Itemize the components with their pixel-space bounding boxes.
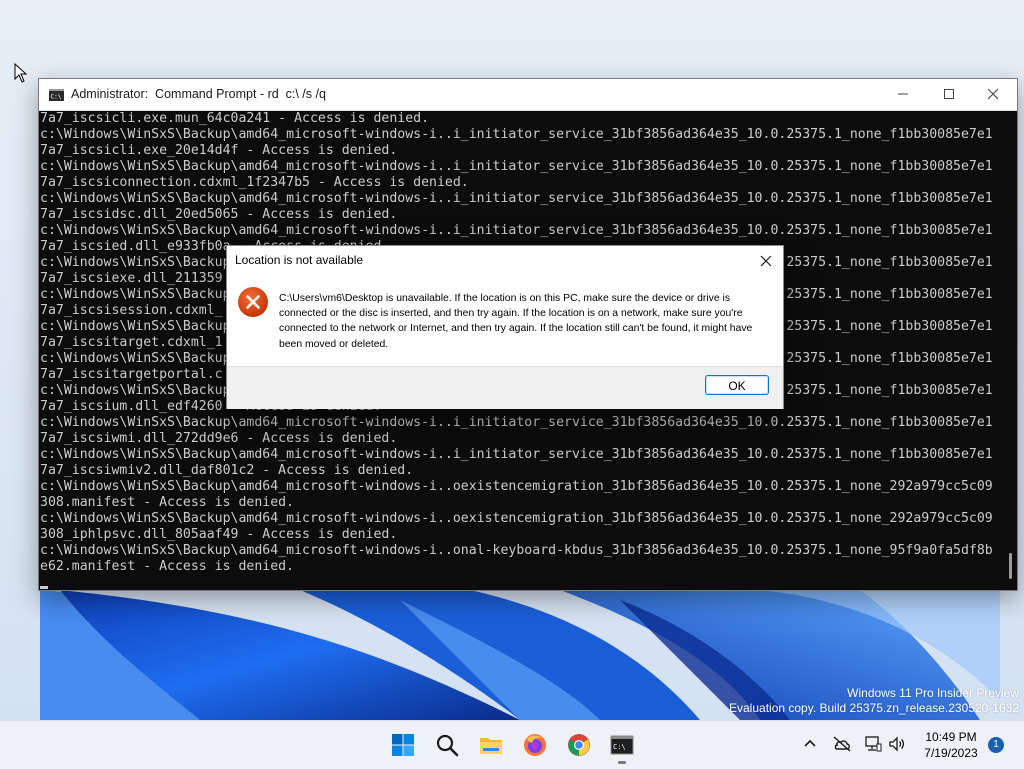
network-icon <box>865 736 882 752</box>
console-line: c:\Windows\WinSxS\Backup\amd64_microsoft… <box>40 159 993 174</box>
onedrive-button[interactable] <box>832 735 852 755</box>
watermark-line-2: Evaluation copy. Build 25375.zn_release.… <box>729 701 1019 715</box>
file-explorer-icon <box>480 738 502 754</box>
maximize-button[interactable] <box>927 79 973 110</box>
chrome-button[interactable] <box>564 730 594 760</box>
evaluation-watermark: Windows 11 Pro Insider Preview Evaluatio… <box>729 686 1019 716</box>
svg-text:C:\: C:\ <box>51 94 62 101</box>
chrome-icon <box>568 734 590 756</box>
network-button[interactable] <box>864 735 884 755</box>
console-line: c:\Windows\WinSxS\Backup\amd64_microsoft… <box>40 447 993 462</box>
dialog-message: C:\Users\vm6\Desktop is unavailable. If … <box>279 293 753 350</box>
windows-start-icon <box>392 734 414 756</box>
command-prompt-icon: C:\ <box>49 89 64 101</box>
text-cursor <box>40 586 48 589</box>
console-line: c:\Windows\WinSxS\Backup\amd64_microsoft… <box>40 127 993 142</box>
console-line: 308.manifest - Access is denied. <box>40 495 295 510</box>
taskbar: C:\ 10:49 PM 7/19/2023 1 <box>0 720 1024 769</box>
console-line: 7a7_iscsiwmi.dll_272dd9e6 - Access is de… <box>40 431 398 446</box>
command-prompt-taskbar-button[interactable]: C:\ <box>607 730 637 760</box>
ok-button[interactable]: OK <box>705 375 769 395</box>
firefox-button[interactable] <box>520 730 550 760</box>
search-button[interactable] <box>432 730 462 760</box>
firefox-icon <box>524 734 546 756</box>
minimize-button[interactable] <box>881 79 927 110</box>
cloud-off-icon <box>833 736 851 752</box>
notification-badge[interactable]: 1 <box>988 737 1004 753</box>
search-icon <box>436 734 459 757</box>
console-line: 7a7_iscsicli.exe.mun_64c0a241 - Access i… <box>40 111 430 126</box>
start-button[interactable] <box>388 730 418 760</box>
maximize-icon <box>944 89 954 99</box>
scrollbar-thumb[interactable] <box>1009 553 1012 579</box>
mouse-cursor-icon <box>14 63 28 83</box>
console-line: 7a7_iscsicli.exe_20e14d4f - Access is de… <box>40 143 398 158</box>
console-line: c:\Windows\WinSxS\Backup\amd64_microsoft… <box>40 191 993 206</box>
minimize-icon <box>898 93 908 95</box>
clock-date: 7/19/2023 <box>924 746 978 760</box>
console-line: 308_iphlpsvc.dll_805aaf49 - Access is de… <box>40 527 398 542</box>
command-prompt-icon: C:\ <box>610 735 634 755</box>
volume-button[interactable] <box>888 735 908 755</box>
chevron-up-icon <box>804 739 816 747</box>
console-line: e62.manifest - Access is denied. <box>40 559 295 574</box>
clock-time: 10:49 PM <box>925 730 977 744</box>
show-hidden-icons-button[interactable] <box>802 735 822 755</box>
console-title: Administrator: Command Prompt - rd c:\ /… <box>71 87 326 101</box>
console-line: c:\Windows\WinSxS\Backup\amd64_microsoft… <box>40 223 993 238</box>
console-line: c:\Windows\WinSxS\Backup\amd64_microsoft… <box>40 543 993 558</box>
console-line: c:\Windows\WinSxS\Backup\amd64_microsoft… <box>40 415 993 430</box>
console-line: c:\Windows\WinSxS\Backup\amd64_microsoft… <box>40 511 993 526</box>
active-app-indicator <box>618 761 626 764</box>
close-window-button[interactable] <box>971 79 1017 110</box>
dialog-close-button[interactable] <box>755 250 777 272</box>
console-line: c:\Windows\WinSxS\Backup\amd64_microsoft… <box>40 479 993 494</box>
console-line: 7a7_iscsidsc.dll_20ed5065 - Access is de… <box>40 207 398 222</box>
dialog-footer: OK <box>227 366 783 409</box>
error-icon <box>238 287 268 317</box>
location-not-available-dialog[interactable]: Location is not available C:\Users\vm6\D… <box>226 245 784 409</box>
svg-text:C:\: C:\ <box>613 743 626 751</box>
console-line: 7a7_iscsiwmiv2.dll_daf801c2 - Access is … <box>40 463 414 478</box>
console-scrollbar[interactable] <box>1003 111 1017 590</box>
console-title-bar[interactable]: C:\ Administrator: Command Prompt - rd c… <box>39 79 1017 111</box>
system-clock[interactable]: 10:49 PM 7/19/2023 <box>918 729 984 761</box>
dialog-title: Location is not available <box>235 253 364 267</box>
speaker-icon <box>889 736 905 752</box>
close-icon <box>987 88 999 100</box>
console-line: 7a7_iscsiconnection.cdxml_1f2347b5 - Acc… <box>40 175 469 190</box>
file-explorer-button[interactable] <box>476 730 506 760</box>
close-icon <box>760 255 772 267</box>
watermark-line-1: Windows 11 Pro Insider Preview <box>847 686 1019 700</box>
